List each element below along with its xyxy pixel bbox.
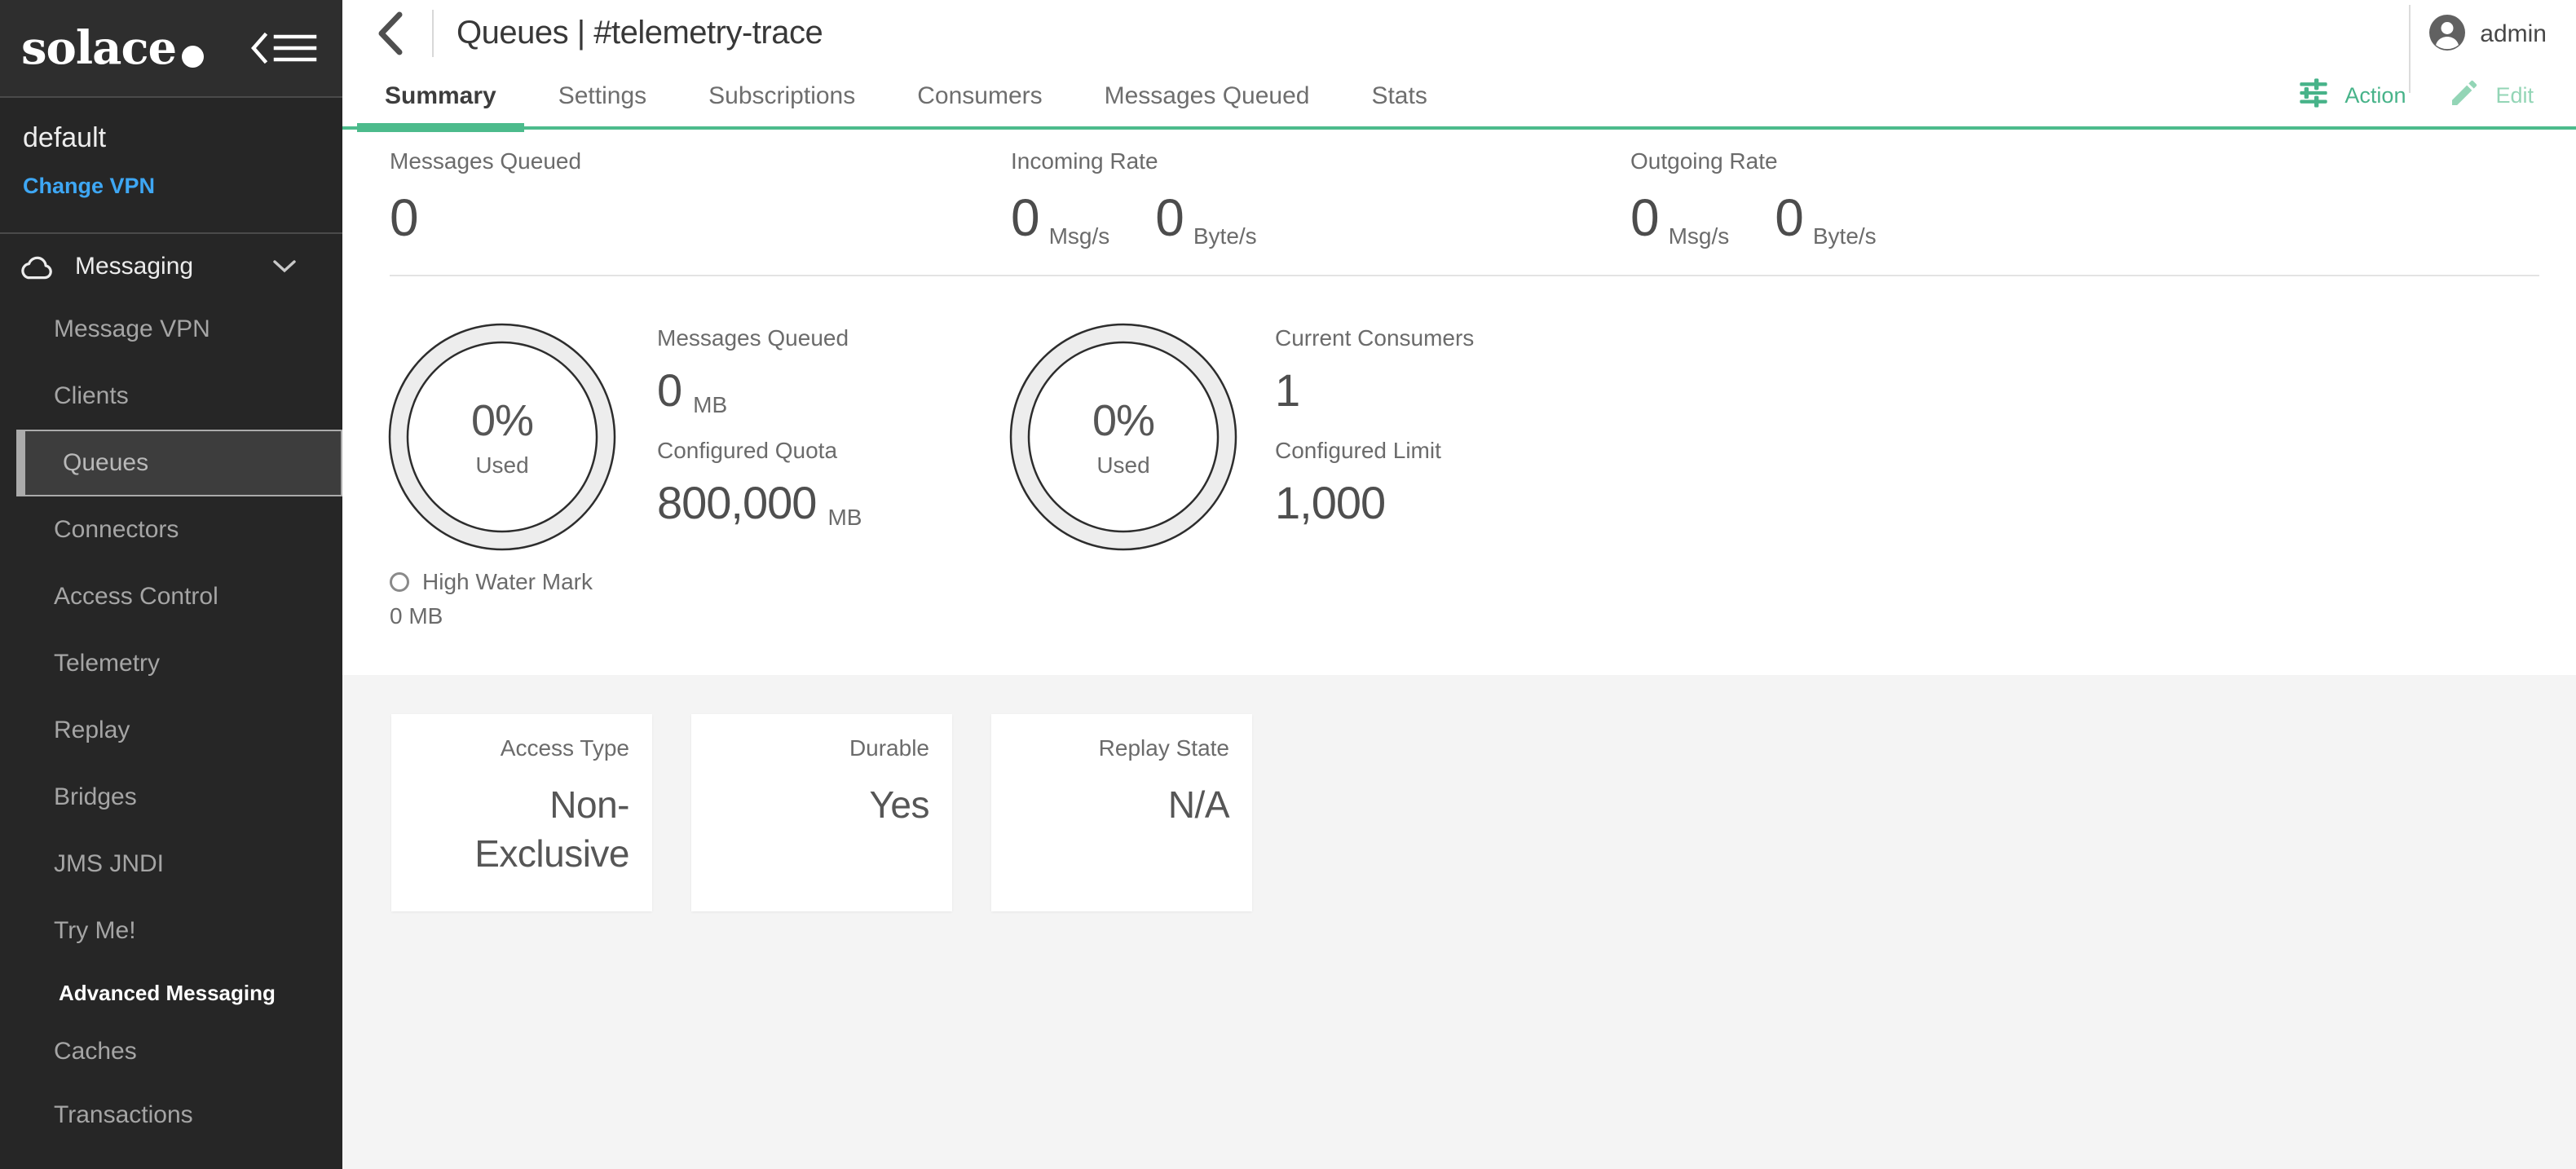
sliders-icon [2297, 77, 2330, 115]
user-avatar-icon [2428, 14, 2466, 55]
outgoing-byte-rate-value: 0 [1775, 187, 1803, 248]
collapse-sidebar-icon[interactable] [249, 29, 318, 67]
incoming-byte-rate-value: 0 [1155, 187, 1184, 248]
consumers-used-percent: 0% [1092, 395, 1154, 446]
current-vpn-name: default [23, 122, 320, 154]
high-water-mark-value: 0 MB [390, 600, 593, 633]
logo-text: solace [21, 21, 176, 75]
sidebar-item-replay[interactable]: Replay [0, 697, 342, 764]
sidebar-section-advanced-messaging: Advanced Messaging [0, 964, 342, 1021]
vpn-block: default Change VPN [0, 98, 342, 234]
tab-subscriptions[interactable]: Subscriptions [708, 65, 855, 126]
stat-messages-queued: Messages Queued 0 [390, 129, 581, 248]
app-window: solace default Change VPN [0, 0, 2576, 1169]
pencil-icon [2448, 77, 2481, 115]
sidebar-item-transactions[interactable]: Transactions [0, 1082, 342, 1149]
durable-value: Yes [714, 781, 929, 830]
action-button[interactable]: Action [2297, 77, 2406, 115]
topbar: Queues | #telemetry-trace admin [342, 0, 2576, 65]
replay-state-card: Replay State N/A [991, 714, 1252, 911]
sidebar-item-clients[interactable]: Clients [0, 363, 342, 430]
tab-stats[interactable]: Stats [1371, 65, 1427, 126]
section-divider [390, 275, 2539, 276]
consumers-usage-gauge: 0% Used [1008, 321, 1239, 553]
access-type-value: Non-Exclusive [414, 781, 629, 879]
tab-summary[interactable]: Summary [385, 65, 496, 126]
tab-settings[interactable]: Settings [558, 65, 646, 126]
title-divider [432, 10, 434, 57]
cloud-icon [18, 253, 55, 280]
sidebar-nav: Messaging Message VPN Clients Queues Con… [0, 234, 342, 1149]
attributes-section: Access Type Non-Exclusive Durable Yes Re… [342, 675, 2576, 1169]
sidebar: solace default Change VPN [0, 0, 342, 1169]
access-type-card: Access Type Non-Exclusive [391, 714, 652, 911]
main-content: Queues | #telemetry-trace admin Summary … [342, 0, 2576, 1169]
edit-label: Edit [2495, 83, 2534, 108]
sidebar-header: solace [0, 0, 342, 98]
sidebar-item-access-control[interactable]: Access Control [0, 563, 342, 630]
chevron-down-icon [272, 259, 297, 274]
change-vpn-link[interactable]: Change VPN [23, 174, 155, 199]
sidebar-item-messaging[interactable]: Messaging [0, 237, 342, 296]
sidebar-item-bridges[interactable]: Bridges [0, 764, 342, 831]
sidebar-item-label: Messaging [75, 253, 193, 280]
high-water-mark-icon [390, 572, 409, 592]
stat-incoming-rate: Incoming Rate 0 Msg/s 0 Byte/s [1011, 129, 1257, 248]
durable-card: Durable Yes [691, 714, 952, 911]
logo-dot [182, 46, 204, 68]
sidebar-item-message-vpn[interactable]: Message VPN [0, 296, 342, 363]
solace-logo: solace [21, 21, 204, 75]
consumer-metrics: Current Consumers 1 Configured Limit 1,0… [1275, 324, 1731, 527]
user-menu[interactable]: admin [2428, 0, 2547, 68]
incoming-msg-rate-value: 0 [1011, 187, 1039, 248]
outgoing-msg-rate-value: 0 [1630, 187, 1659, 248]
user-name: admin [2480, 20, 2547, 48]
tab-consumers[interactable]: Consumers [917, 65, 1042, 126]
sidebar-item-telemetry[interactable]: Telemetry [0, 630, 342, 697]
replay-state-value: N/A [1014, 781, 1229, 830]
sidebar-item-queues[interactable]: Queues [16, 430, 342, 496]
tab-messages-queued[interactable]: Messages Queued [1105, 65, 1310, 126]
quota-used-percent: 0% [471, 395, 533, 446]
sidebar-item-connectors[interactable]: Connectors [0, 496, 342, 563]
edit-button[interactable]: Edit [2448, 77, 2534, 115]
quota-usage-gauge: 0% Used [386, 321, 618, 553]
high-water-mark-legend: High Water Mark 0 MB [390, 566, 593, 633]
current-consumers-value: 1 [1275, 364, 1299, 417]
stat-outgoing-rate: Outgoing Rate 0 Msg/s 0 Byte/s [1630, 129, 1877, 248]
back-button[interactable] [375, 11, 404, 55]
configured-quota-value: 800,000 [657, 476, 816, 529]
sidebar-item-caches[interactable]: Caches [0, 1021, 342, 1082]
action-label: Action [2344, 83, 2406, 108]
messages-queued-mb-value: 0 [657, 364, 681, 417]
tab-bar: Summary Settings Subscriptions Consumers… [342, 65, 2576, 130]
sidebar-item-jms-jndi[interactable]: JMS JNDI [0, 831, 342, 898]
page-title: Queues | #telemetry-trace [457, 0, 823, 65]
configured-limit-value: 1,000 [1275, 476, 1385, 529]
sidebar-item-try-me[interactable]: Try Me! [0, 898, 342, 964]
messages-queued-value: 0 [390, 187, 418, 248]
